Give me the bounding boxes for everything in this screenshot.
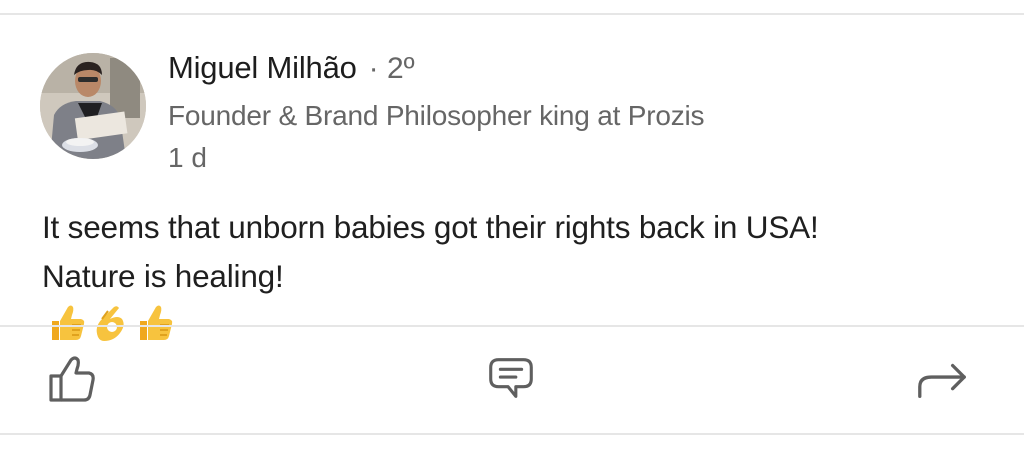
like-button[interactable] bbox=[44, 351, 100, 407]
thumbs-up-emoji-icon bbox=[52, 305, 85, 340]
bottom-divider bbox=[0, 433, 1024, 435]
share-arrow-icon bbox=[918, 363, 966, 399]
post-body: It seems that unborn babies got their ri… bbox=[42, 203, 1002, 350]
comment-button[interactable] bbox=[483, 351, 539, 407]
comment-icon bbox=[489, 358, 533, 398]
post-timestamp: 1 d bbox=[168, 142, 207, 173]
action-bar-divider bbox=[0, 325, 1024, 327]
post-text-line-1: It seems that unborn babies got their ri… bbox=[42, 209, 819, 245]
connection-degree: · 2º bbox=[368, 52, 415, 85]
thumbs-up-emoji-icon-2 bbox=[140, 305, 173, 340]
author-name[interactable]: Miguel Milhão bbox=[168, 50, 357, 86]
share-button[interactable] bbox=[914, 351, 970, 407]
author-avatar[interactable] bbox=[40, 53, 146, 159]
author-headline: Founder & Brand Philosopher king at Proz… bbox=[168, 100, 705, 131]
post-text-line-2: Nature is healing! bbox=[42, 252, 1002, 350]
thumbs-up-icon bbox=[49, 356, 95, 402]
top-divider bbox=[0, 13, 1024, 15]
ok-hand-emoji-icon bbox=[96, 306, 124, 341]
author-name-row: Miguel Milhão · 2º bbox=[168, 50, 415, 92]
avatar-photo bbox=[40, 53, 146, 159]
post-text-line-2-text: Nature is healing! bbox=[42, 258, 284, 294]
